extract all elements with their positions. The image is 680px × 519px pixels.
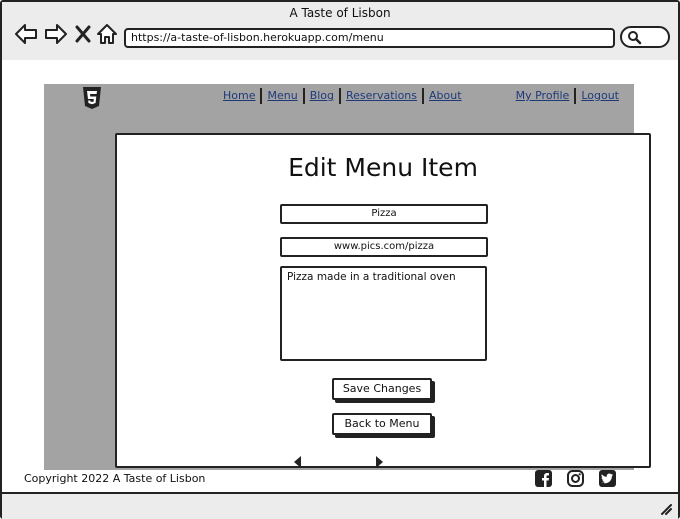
nav-link-menu[interactable]: Menu (262, 87, 302, 105)
nav-link-home[interactable]: Home (218, 87, 260, 105)
modal-backdrop: Home Menu Blog Reservations About My Pro… (44, 84, 651, 470)
edit-menu-item-modal: Edit Menu Item Pizza www.pics.com/pizza … (115, 133, 651, 468)
window-title: A Taste of Lisbon (289, 6, 391, 20)
stop-x-icon[interactable] (74, 22, 92, 46)
nav-link-reservations[interactable]: Reservations (341, 87, 422, 105)
item-image-url-input[interactable]: www.pics.com/pizza (280, 237, 488, 257)
item-description-textarea[interactable]: Pizza made in a traditional oven (280, 266, 487, 361)
main-nav: Home Menu Blog Reservations About (218, 87, 467, 105)
site-navbar: Home Menu Blog Reservations About My Pro… (44, 84, 634, 110)
browser-window: A Taste of Lisbon https://a-taste-of-lis… (0, 0, 680, 519)
instagram-icon[interactable] (567, 470, 584, 491)
back-to-menu-button[interactable]: Back to Menu (332, 413, 432, 435)
home-icon[interactable] (96, 22, 118, 46)
browser-statusbar (2, 492, 678, 519)
nav-link-about[interactable]: About (424, 87, 467, 105)
forward-arrow-icon[interactable] (44, 22, 68, 46)
account-nav: My Profile Logout (511, 87, 624, 105)
carousel-next-icon[interactable] (376, 456, 383, 468)
address-bar[interactable]: https://a-taste-of-lisbon.herokuapp.com/… (124, 28, 615, 48)
resize-grip-icon[interactable] (660, 500, 672, 519)
facebook-icon[interactable] (535, 470, 552, 491)
page-viewport: Home Menu Blog Reservations About My Pro… (2, 60, 678, 492)
nav-link-logout[interactable]: Logout (576, 87, 624, 105)
browser-search-box[interactable] (620, 26, 670, 48)
save-changes-button[interactable]: Save Changes (332, 378, 432, 400)
back-arrow-icon[interactable] (14, 22, 38, 46)
browser-titlebar: A Taste of Lisbon https://a-taste-of-lis… (2, 2, 678, 62)
footer-copyright: Copyright 2022 A Taste of Lisbon (24, 472, 206, 485)
modal-title: Edit Menu Item (288, 153, 478, 182)
carousel-prev-icon[interactable] (294, 456, 301, 468)
nav-link-my-profile[interactable]: My Profile (511, 87, 575, 105)
search-icon (628, 31, 642, 45)
html5-logo-icon[interactable] (82, 86, 102, 114)
item-name-input[interactable]: Pizza (280, 204, 488, 224)
twitter-icon[interactable] (599, 470, 616, 491)
nav-link-blog[interactable]: Blog (305, 87, 339, 105)
